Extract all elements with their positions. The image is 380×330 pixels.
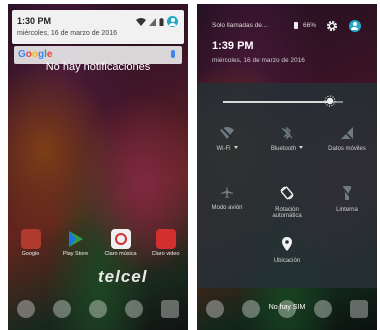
tile-bluetooth[interactable]: Bluetooth	[257, 126, 317, 152]
tile-location[interactable]: Ubicación	[257, 236, 317, 264]
app-label: Google	[21, 251, 40, 257]
wifi-off-icon	[220, 126, 234, 140]
tile-mobile-data[interactable]: Datos móviles	[317, 126, 377, 152]
dock	[197, 300, 377, 318]
browser-icon[interactable]	[278, 300, 296, 318]
contacts-icon[interactable]	[242, 300, 260, 318]
bluetooth-off-icon	[281, 126, 293, 140]
date: miércoles, 16 de marzo de 2016	[212, 57, 305, 64]
empty-notifications-message: No hay notificaciones	[45, 61, 151, 73]
right-screen: Solo llamadas de... 66% 1:39 PM miércole…	[197, 4, 377, 330]
app-google[interactable]: Google	[11, 229, 51, 257]
app-drawer-icon[interactable]	[350, 300, 368, 318]
notification-header: 1:30 PM miércoles, 16 de marzo de 2016	[12, 10, 184, 44]
battery-percentage: 66%	[303, 22, 317, 29]
settings-gear-icon[interactable]	[326, 20, 338, 32]
app-label: Claro música	[104, 251, 137, 257]
phone-icon[interactable]	[17, 300, 35, 318]
tile-label: Wi-Fi	[217, 146, 238, 152]
messages-icon[interactable]	[125, 300, 143, 318]
signal-icon	[149, 17, 156, 26]
tile-flashlight[interactable]: Linterna	[317, 185, 377, 213]
airplane-icon	[221, 186, 233, 198]
carrier-logo: telcel	[98, 267, 148, 286]
rotation-icon	[280, 186, 294, 200]
microphone-icon[interactable]	[171, 50, 175, 58]
claro-video-icon	[155, 229, 176, 249]
status-icons	[136, 16, 178, 27]
battery-icon	[159, 17, 164, 26]
user-avatar-icon[interactable]	[167, 16, 178, 27]
location-pin-icon	[282, 237, 292, 251]
emergency-calls-status: Solo llamadas de...	[212, 22, 268, 29]
tile-label: Linterna	[336, 207, 358, 213]
app-claro-video[interactable]: Claro video	[146, 229, 186, 257]
browser-icon[interactable]	[89, 300, 107, 318]
flashlight-off-icon	[341, 186, 353, 200]
mobile-data-off-icon	[341, 127, 353, 140]
tile-label: Ubicación	[273, 258, 301, 264]
left-screen: 1:30 PM miércoles, 16 de marzo de 2016 G…	[8, 4, 188, 330]
wifi-icon	[136, 17, 146, 26]
clock: 1:39 PM	[212, 40, 254, 52]
play-store-icon	[68, 231, 83, 247]
messages-icon[interactable]	[314, 300, 332, 318]
user-avatar-icon[interactable]	[349, 20, 361, 32]
dock	[8, 300, 188, 318]
battery-icon	[294, 22, 298, 29]
app-drawer-icon[interactable]	[161, 300, 179, 318]
google-folder-icon	[20, 229, 41, 249]
app-claro-musica[interactable]: Claro música	[101, 229, 141, 257]
app-play-store[interactable]: Play Store	[56, 229, 96, 257]
tile-label: Datos móviles	[328, 146, 366, 152]
brightness-sun-icon[interactable]	[324, 95, 336, 107]
tile-wifi[interactable]: Wi-Fi	[197, 126, 257, 152]
google-logo: Google	[18, 49, 53, 60]
app-label: Play Store	[62, 251, 89, 257]
tile-label: Modo avión	[211, 205, 243, 211]
home-apps-row: Google Play Store Claro música Claro vid…	[8, 229, 188, 257]
tile-auto-rotate[interactable]: Rotación automática	[257, 185, 317, 220]
clock: 1:30 PM	[17, 16, 52, 26]
phone-icon[interactable]	[206, 300, 224, 318]
app-label: Claro video	[151, 251, 180, 257]
date: miércoles, 16 de marzo de 2016	[17, 30, 117, 37]
brightness-slider[interactable]	[223, 101, 331, 103]
tile-sublabel: automática	[272, 213, 302, 219]
contacts-icon[interactable]	[53, 300, 71, 318]
claro-musica-icon	[110, 229, 131, 249]
tile-airplane-mode[interactable]: Modo avión	[197, 185, 257, 211]
tile-label: Bluetooth	[271, 146, 304, 152]
